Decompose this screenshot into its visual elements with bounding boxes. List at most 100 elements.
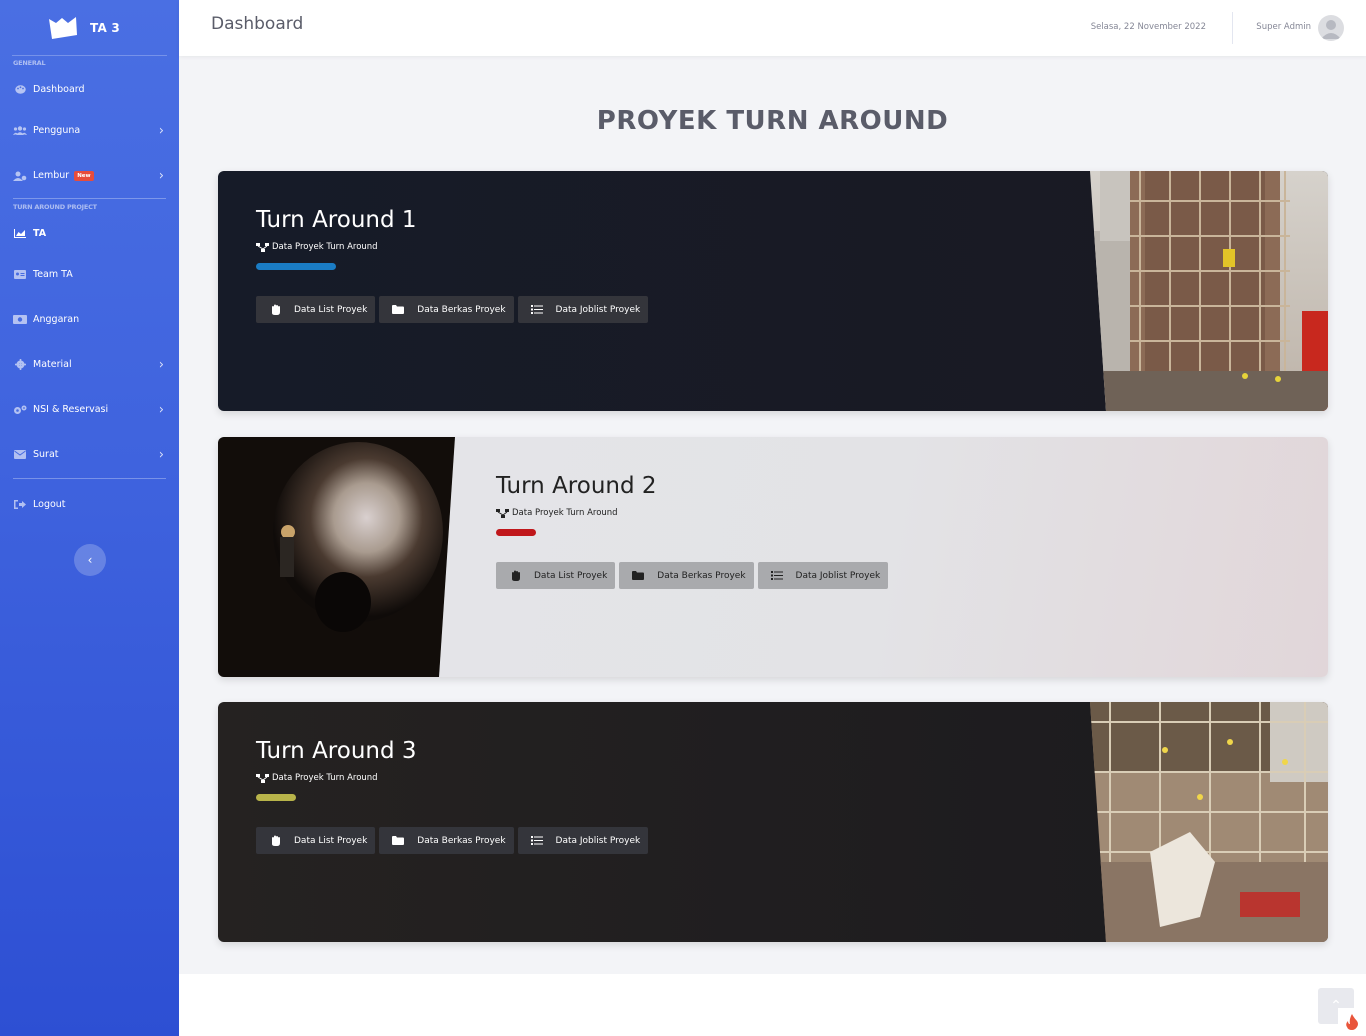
sidebar-item-anggaran[interactable]: Anggaran: [0, 297, 179, 342]
chart-area-icon: [13, 228, 27, 238]
scaffolding-photo-icon: [1090, 171, 1328, 411]
user-cog-icon: [13, 171, 27, 181]
project-color-bar: [256, 794, 296, 801]
project-color-bar: [256, 263, 336, 270]
data-berkas-proyek-button[interactable]: Data Berkas Proyek: [379, 296, 514, 323]
project-subtitle-text: Data Proyek Turn Around: [512, 508, 618, 518]
data-joblist-proyek-button[interactable]: Data Joblist Proyek: [757, 562, 889, 589]
gear-icon: [13, 359, 27, 370]
sidebar-heading-general: GENERAL: [13, 59, 46, 67]
user-name[interactable]: Super Admin: [1256, 22, 1311, 32]
data-berkas-proyek-button[interactable]: Data Berkas Proyek: [619, 562, 754, 589]
sidebar-divider: [13, 198, 166, 199]
brand-name: TA 3: [90, 20, 120, 35]
project-photo: [1090, 171, 1328, 411]
data-joblist-proyek-button[interactable]: Data Joblist Proyek: [517, 827, 649, 854]
data-list-proyek-button[interactable]: Data List Proyek: [256, 296, 376, 323]
sitemap-icon: [496, 508, 509, 518]
new-badge: New: [74, 170, 94, 181]
button-label: Data List Proyek: [534, 570, 608, 581]
topbar-divider: [1232, 12, 1233, 44]
sidebar-item-nsi-reservasi[interactable]: NSI & Reservasi ›: [0, 387, 179, 432]
list-icon: [530, 305, 544, 314]
button-label: Data Joblist Proyek: [555, 835, 641, 846]
sidebar-item-lembur[interactable]: Lembur New ›: [0, 153, 179, 198]
button-label: Data Berkas Proyek: [417, 304, 506, 315]
sidebar-item-label: Pengguna: [33, 125, 81, 136]
sidebar-item-label: Lembur: [33, 170, 70, 181]
button-label: Data List Proyek: [294, 835, 368, 846]
topbar: Dashboard Selasa, 22 November 2022 Super…: [179, 0, 1366, 56]
project-title: Turn Around 2: [496, 473, 657, 499]
avatar[interactable]: [1318, 15, 1344, 41]
pipe-interior-photo-icon: [218, 437, 455, 677]
flame-badge[interactable]: [1338, 1008, 1366, 1036]
chevron-right-icon: ›: [158, 402, 164, 417]
brand-logo-icon: [49, 16, 77, 39]
sidebar-item-label: Surat: [33, 449, 59, 460]
user-avatar-icon: [1321, 20, 1341, 39]
construction-workers-photo-icon: [1090, 702, 1328, 942]
palette-icon: [13, 84, 27, 94]
sidebar-item-surat[interactable]: Surat ›: [0, 432, 179, 477]
sidebar-item-material[interactable]: Material ›: [0, 342, 179, 387]
sitemap-icon: [256, 773, 269, 783]
sidebar: TA 3 GENERAL Dashboard Pengguna › Lembur…: [0, 0, 179, 1036]
project-title: Turn Around 3: [256, 738, 417, 764]
project-card-2: Turn Around 2 Data Proyek Turn Around Da…: [218, 437, 1328, 677]
sidebar-item-label: Team TA: [33, 269, 73, 280]
brand[interactable]: TA 3: [12, 0, 167, 56]
section-heading: PROYEK TURN AROUND: [596, 106, 949, 136]
envelope-icon: [13, 450, 27, 460]
button-label: Data Berkas Proyek: [417, 835, 506, 846]
project-color-bar: [496, 529, 536, 536]
hand-icon: [268, 835, 282, 846]
sidebar-item-pengguna[interactable]: Pengguna ›: [0, 108, 179, 153]
chevron-right-icon: ›: [158, 447, 164, 462]
hand-icon: [268, 304, 282, 315]
flame-icon: [1346, 1014, 1358, 1030]
data-list-proyek-button[interactable]: Data List Proyek: [256, 827, 376, 854]
sidebar-toggle-button[interactable]: ‹: [74, 544, 106, 576]
data-list-proyek-button[interactable]: Data List Proyek: [496, 562, 616, 589]
chevron-right-icon: ›: [158, 123, 164, 138]
button-label: Data Berkas Proyek: [657, 570, 746, 581]
sidebar-item-label: Logout: [33, 499, 66, 510]
project-title: Turn Around 1: [256, 207, 417, 233]
footer: [179, 974, 1366, 1036]
project-card-1: Turn Around 1 Data Proyek Turn Around Da…: [218, 171, 1328, 411]
sidebar-heading-project: TURN AROUND PROJECT: [13, 203, 97, 211]
folder-icon: [391, 305, 405, 314]
hand-icon: [508, 570, 522, 581]
data-berkas-proyek-button[interactable]: Data Berkas Proyek: [379, 827, 514, 854]
project-subtitle-text: Data Proyek Turn Around: [272, 242, 378, 252]
sidebar-item-ta[interactable]: TA: [0, 214, 179, 252]
project-subtitle: Data Proyek Turn Around: [496, 508, 892, 518]
project-subtitle: Data Proyek Turn Around: [256, 773, 652, 783]
button-label: Data Joblist Proyek: [795, 570, 881, 581]
users-icon: [13, 126, 27, 136]
list-icon: [530, 836, 544, 845]
project-photo: [218, 437, 455, 677]
sidebar-item-dashboard[interactable]: Dashboard: [0, 70, 179, 108]
project-subtitle-text: Data Proyek Turn Around: [272, 773, 378, 783]
folder-icon: [391, 836, 405, 845]
chevron-left-icon: ‹: [87, 553, 93, 567]
project-subtitle: Data Proyek Turn Around: [256, 242, 652, 252]
sidebar-item-label: NSI & Reservasi: [33, 404, 109, 415]
sign-out-icon: [13, 500, 27, 510]
folder-icon: [631, 571, 645, 580]
sidebar-item-logout[interactable]: Logout: [0, 482, 179, 527]
list-icon: [770, 571, 784, 580]
current-date: Selasa, 22 November 2022: [1090, 22, 1206, 32]
page-title: Dashboard: [211, 14, 304, 34]
id-card-icon: [13, 270, 27, 280]
data-joblist-proyek-button[interactable]: Data Joblist Proyek: [517, 296, 649, 323]
button-label: Data List Proyek: [294, 304, 368, 315]
sidebar-item-team-ta[interactable]: Team TA: [0, 252, 179, 297]
sidebar-item-label: TA: [33, 227, 47, 239]
sidebar-item-label: Dashboard: [33, 83, 85, 95]
button-label: Data Joblist Proyek: [555, 304, 641, 315]
gears-icon: [13, 405, 27, 415]
project-photo: [1090, 702, 1328, 942]
